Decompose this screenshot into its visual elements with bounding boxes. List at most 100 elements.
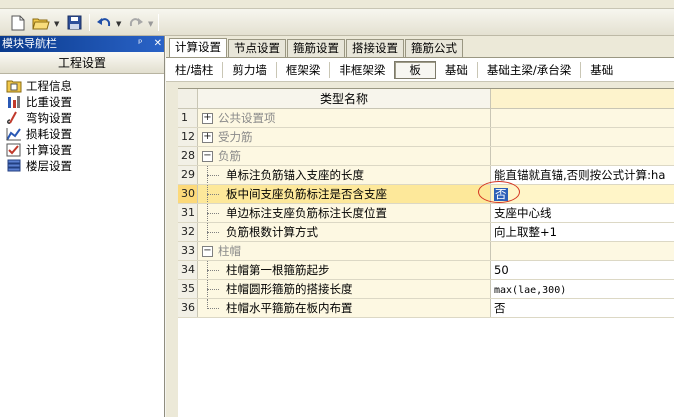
- nav-list: 工程信息 比重设置弯钩设置 损耗设置 计算设置 楼层设置: [0, 74, 164, 174]
- table-row[interactable]: 32 负筋根数计算方式 向上取整+1: [178, 223, 674, 242]
- type-name-header: 类型名称: [198, 89, 491, 108]
- value-text: 能直锚就直锚,否则按公式计算:ha: [494, 168, 666, 182]
- section-row[interactable]: 33− 柱帽: [178, 242, 674, 261]
- table-row[interactable]: 30 板中间支座负筋标注是否含支座否: [178, 185, 674, 204]
- row-name-cell: 单标注负筋锚入支座的长度: [198, 166, 491, 184]
- row-number: 28: [178, 147, 198, 165]
- row-name-cell: − 柱帽: [198, 242, 491, 260]
- value-text: max(lae,300): [494, 285, 567, 296]
- table-row[interactable]: 34 柱帽第一根箍筋起步 50: [178, 261, 674, 280]
- setting-value[interactable]: 否: [491, 299, 674, 317]
- tree-branch: [207, 213, 219, 214]
- tab[interactable]: 箍筋设置: [287, 39, 345, 57]
- floors-icon: [6, 159, 22, 173]
- toolbar-separator: [89, 14, 90, 31]
- row-number: 30: [178, 185, 198, 203]
- section-label: 柱帽: [218, 244, 241, 258]
- nav-group-header[interactable]: 工程设置: [0, 52, 164, 74]
- subtab[interactable]: 基础主梁/承台梁: [478, 58, 580, 82]
- table-row[interactable]: 31 单边标注支座负筋标注长度位置 支座中心线: [178, 204, 674, 223]
- value-text: 50: [494, 263, 509, 277]
- subtab[interactable]: 剪力墙: [223, 58, 276, 82]
- row-number: 34: [178, 261, 198, 279]
- undo-icon[interactable]: [94, 13, 114, 32]
- nav-item[interactable]: 损耗设置: [6, 126, 164, 142]
- open-dropdown-icon[interactable]: ▼: [54, 20, 59, 28]
- folder-info-icon: [6, 79, 22, 93]
- subtab[interactable]: 基础: [436, 58, 477, 82]
- tree-branch: [207, 175, 219, 176]
- subtab[interactable]: 非框架梁: [330, 58, 394, 82]
- row-number: 29: [178, 166, 198, 184]
- nav-item-label: 比重设置: [26, 95, 72, 109]
- collapse-icon[interactable]: −: [202, 246, 213, 257]
- setting-value[interactable]: max(lae,300): [491, 280, 674, 298]
- setting-value[interactable]: 向上取整+1: [491, 223, 674, 241]
- nav-pane-titlebar: 模块导航栏 ᵖ ✕: [0, 36, 164, 52]
- section-row[interactable]: 28− 负筋: [178, 147, 674, 166]
- row-name-cell: 板中间支座负筋标注是否含支座: [198, 185, 491, 203]
- subtab[interactable]: 柱/墙柱: [166, 58, 222, 82]
- new-file-icon[interactable]: [8, 13, 28, 32]
- setting-label: 柱帽水平箍筋在板内布置: [226, 301, 353, 315]
- row-number: 36: [178, 299, 198, 317]
- settings-pane: 计算设置 节点设置 箍筋设置 搭接设置 箍筋公式 柱/墙柱 剪力墙 框架梁 非框架梁板基础 基础…: [166, 36, 674, 417]
- subtab[interactable]: 框架梁: [277, 58, 330, 82]
- setting-value[interactable]: 能直锚就直锚,否则按公式计算:ha: [491, 166, 674, 184]
- table-row[interactable]: 36 柱帽水平箍筋在板内布置 否: [178, 299, 674, 318]
- expand-icon[interactable]: +: [202, 132, 213, 143]
- expand-icon[interactable]: +: [202, 113, 213, 124]
- undo-dropdown-icon[interactable]: ▼: [116, 20, 121, 28]
- setting-value: [491, 147, 674, 165]
- component-subtabs: 柱/墙柱 剪力墙 框架梁 非框架梁板基础 基础主梁/承台梁 基础: [166, 57, 674, 82]
- row-number: 33: [178, 242, 198, 260]
- nav-item[interactable]: 比重设置: [6, 94, 164, 110]
- row-name-cell: + 公共设置项: [198, 109, 491, 127]
- close-icon[interactable]: ✕: [154, 38, 162, 49]
- app-window: ▼ ▼ ▼ 模块导航栏 ᵖ ✕ 工程设置 工程信息 比重设置 弯钩设置 损耗设置 计算设…: [0, 0, 674, 417]
- table-row[interactable]: 35 柱帽圆形箍筋的搭接长度 max(lae,300): [178, 280, 674, 299]
- section-label: 负筋: [218, 149, 241, 163]
- tree-branch: [207, 232, 219, 233]
- section-row[interactable]: 1 + 公共设置项: [178, 109, 674, 128]
- setting-label: 单边标注支座负筋标注长度位置: [226, 206, 387, 220]
- tree-branch: [207, 289, 219, 290]
- section-label: 受力筋: [218, 130, 253, 144]
- setting-value: [491, 242, 674, 260]
- redo-dropdown-icon[interactable]: ▼: [148, 20, 153, 28]
- nav-item[interactable]: 弯钩设置: [6, 110, 164, 126]
- row-name-cell: + 受力筋: [198, 128, 491, 146]
- value-header: [491, 89, 674, 108]
- row-name-cell: − 负筋: [198, 147, 491, 165]
- setting-value[interactable]: 50: [491, 261, 674, 279]
- subtab[interactable]: 板: [394, 61, 436, 79]
- nav-item[interactable]: 楼层设置: [6, 158, 164, 174]
- annotation-circle: [478, 181, 520, 203]
- nav-item[interactable]: 工程信息: [6, 78, 164, 94]
- tab[interactable]: 箍筋公式: [405, 39, 463, 57]
- open-folder-icon[interactable]: [31, 13, 51, 32]
- row-number: 12: [178, 128, 198, 146]
- nav-item[interactable]: 计算设置: [6, 142, 164, 158]
- setting-value[interactable]: 支座中心线: [491, 204, 674, 222]
- tab[interactable]: 节点设置: [228, 39, 286, 57]
- menu-bar[interactable]: [0, 0, 674, 9]
- tab[interactable]: 计算设置: [169, 38, 227, 57]
- setting-value: [491, 109, 674, 127]
- section-row[interactable]: 12 + 受力筋: [178, 128, 674, 147]
- collapse-icon[interactable]: −: [202, 151, 213, 162]
- setting-label: 板中间支座负筋标注是否含支座: [226, 187, 387, 201]
- nav-item-label: 弯钩设置: [26, 111, 72, 125]
- row-name-cell: 单边标注支座负筋标注长度位置: [198, 204, 491, 222]
- calc-settings-icon: [6, 143, 22, 157]
- save-icon[interactable]: [64, 13, 84, 32]
- table-row[interactable]: 29 单标注负筋锚入支座的长度 能直锚就直锚,否则按公式计算:ha: [178, 166, 674, 185]
- subtab[interactable]: 基础: [581, 58, 622, 82]
- redo-icon[interactable]: [126, 13, 146, 32]
- grid-body: 1 + 公共设置项 12 + 受力筋 28− 负筋 29 单标注负筋锚入支座的长度 能直锚就直锚,否…: [178, 109, 674, 318]
- pin-icon[interactable]: ᵖ: [138, 38, 142, 49]
- tab[interactable]: 搭接设置: [346, 39, 404, 57]
- value-text: 支座中心线: [494, 206, 552, 220]
- settings-grid: 类型名称 1 + 公共设置项 12 + 受力筋 28− 负筋 29 单标注负筋锚入支座的长度 能直锚…: [178, 88, 674, 417]
- module-nav-pane: 模块导航栏 ᵖ ✕ 工程设置 工程信息 比重设置弯钩设置 损耗设置 计算设置 楼层设置: [0, 36, 165, 417]
